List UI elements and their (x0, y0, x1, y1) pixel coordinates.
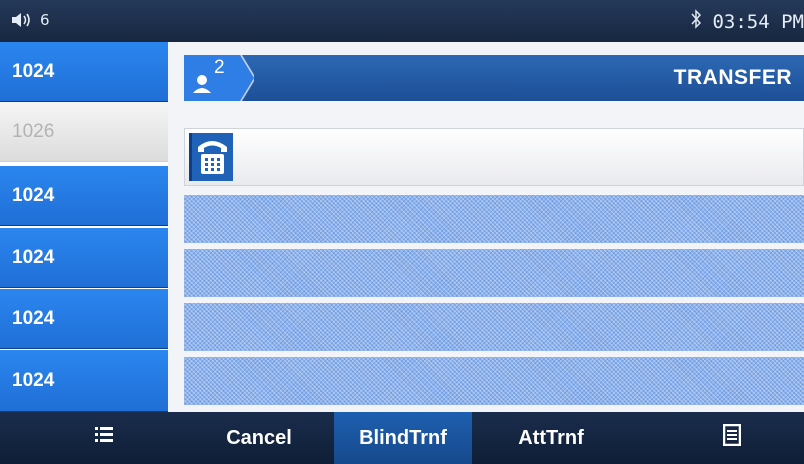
volume-level: 6 (40, 11, 50, 29)
attended-transfer-button[interactable]: AttTrnf (482, 412, 620, 464)
conference-user-icon: 2 (184, 55, 256, 101)
line-key-4[interactable]: 1024 (0, 228, 168, 288)
call-slot (184, 303, 804, 351)
line-key-2[interactable]: 1026 (0, 102, 168, 162)
transfer-panel: 2 TRANSFER (168, 42, 804, 412)
blind-transfer-button[interactable]: BlindTrnf (334, 412, 472, 464)
menu-softkey[interactable] (40, 412, 168, 464)
bluetooth-icon (690, 9, 702, 34)
clock: 03:54 PM (712, 10, 804, 33)
status-bar: 6 03:54 PM (0, 0, 804, 42)
line-sidebar: 1024 1026 1024 1024 1024 1024 (0, 42, 168, 412)
phone-keypad-icon (189, 133, 233, 181)
call-slot (184, 249, 804, 297)
line-key-3[interactable]: 1024 (0, 166, 168, 226)
list-menu-icon (95, 426, 113, 450)
cancel-button[interactable]: Cancel (192, 412, 326, 464)
page-title: TRANSFER (673, 66, 792, 89)
line-key-5[interactable]: 1024 (0, 289, 168, 349)
more-softkey[interactable] (672, 412, 792, 464)
line-key-1[interactable]: 1024 (0, 42, 168, 102)
call-slot (184, 195, 804, 243)
speaker-icon (10, 11, 36, 29)
call-slot (184, 357, 804, 405)
header-bar: 2 TRANSFER (184, 55, 804, 101)
number-input[interactable] (241, 139, 791, 175)
more-options-icon (722, 423, 742, 452)
number-entry-row[interactable] (184, 128, 804, 186)
softkey-bar: Cancel BlindTrnf AttTrnf (0, 412, 804, 464)
line-key-6[interactable]: 1024 (0, 350, 168, 412)
volume-indicator: 6 (10, 11, 50, 29)
badge-count: 2 (214, 57, 225, 78)
